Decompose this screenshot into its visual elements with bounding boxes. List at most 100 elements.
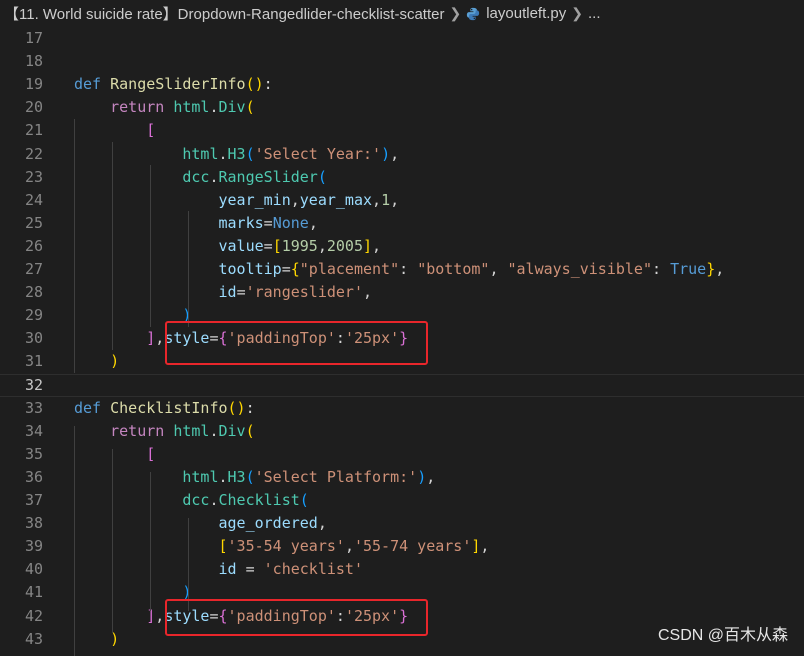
- code-line[interactable]: 25 marks=None,: [0, 212, 804, 235]
- code-editor[interactable]: 43 ) 42 ],style={'paddingTop':'25px'} 41 )…: [0, 27, 804, 656]
- python-file-icon: [467, 7, 480, 21]
- code-line[interactable]: 27 tooltip={"placement": "bottom", "alwa…: [0, 258, 804, 281]
- code-text: def ChecklistInfo():: [74, 397, 255, 420]
- code-token: id: [218, 560, 237, 579]
- code-text: return html.Div(: [74, 96, 255, 119]
- code-token: :: [399, 260, 418, 278]
- code-token: def: [74, 75, 102, 94]
- code-token: .: [218, 144, 228, 163]
- line-number: 36: [24, 467, 43, 486]
- code-line[interactable]: 36 html.H3('Select Platform:'),: [0, 466, 804, 489]
- code-line[interactable]: 17: [0, 27, 804, 50]
- code-line[interactable]: 18: [0, 50, 804, 73]
- code-token: [: [146, 444, 156, 463]
- code-line[interactable]: 38 age_ordered,: [0, 512, 804, 535]
- code-token: dcc: [182, 491, 210, 509]
- code-token: .: [218, 467, 228, 486]
- line-number: 38: [24, 514, 43, 533]
- code-line[interactable]: 21 [: [0, 119, 804, 142]
- line-number: 43: [24, 629, 43, 648]
- code-token: .: [209, 98, 219, 117]
- code-line[interactable]: 24 year_min,year_max,1,: [0, 189, 804, 212]
- code-text: [: [74, 443, 155, 466]
- code-token: :: [263, 75, 273, 94]
- code-token: Div: [218, 421, 246, 440]
- highlight-box: [165, 599, 428, 636]
- code-token: 'rangeslider': [245, 283, 363, 302]
- code-token: dcc: [182, 167, 210, 186]
- code-token: (): [245, 75, 264, 94]
- code-text: year_min,year_max,1,: [74, 189, 400, 212]
- code-token: (: [317, 167, 327, 186]
- line-number: 20: [24, 98, 43, 117]
- code-line[interactable]: 22 html.H3('Select Year:'),: [0, 143, 804, 166]
- watermark: CSDN @百木从森: [657, 627, 788, 644]
- code-token: {: [290, 260, 300, 278]
- code-token: year_max: [299, 190, 373, 209]
- line-number: 32: [24, 375, 43, 394]
- code-token: None: [272, 213, 309, 232]
- line-number: 19: [24, 75, 43, 94]
- breadcrumb-folder[interactable]: 【11. World suicide rate】Dropdown-Rangedl…: [0, 3, 444, 24]
- breadcrumb-file[interactable]: layoutleft.py: [466, 5, 566, 22]
- code-line[interactable]: 33 def ChecklistInfo():: [0, 397, 804, 420]
- code-token: ): [417, 467, 427, 486]
- code-token: ,: [344, 537, 354, 556]
- code-line[interactable]: 20 return html.Div(: [0, 96, 804, 119]
- code-token: ,: [363, 283, 373, 302]
- code-line[interactable]: 26 value=[1995,2005],: [0, 235, 804, 258]
- code-token: :: [652, 260, 671, 278]
- code-line[interactable]: 40 id = 'checklist': [0, 558, 804, 581]
- line-number: 26: [24, 236, 43, 255]
- code-token: [: [218, 537, 228, 556]
- code-line[interactable]: 23 dcc.RangeSlider(: [0, 166, 804, 189]
- code-token: value: [218, 236, 264, 255]
- code-line[interactable]: 32: [0, 374, 804, 397]
- chevron-right-icon: ❯: [571, 5, 583, 21]
- code-text: value=[1995,2005],: [74, 235, 382, 258]
- code-line[interactable]: 34 return html.Div(: [0, 420, 804, 443]
- indent-guide: [112, 142, 113, 350]
- code-line[interactable]: 35 [: [0, 443, 804, 466]
- breadcrumb-ellipsis[interactable]: ...: [588, 5, 601, 22]
- code-token: ,: [390, 190, 400, 209]
- code-line[interactable]: 28 id='rangeslider',: [0, 281, 804, 304]
- highlight-box: [165, 321, 428, 365]
- code-token: html: [182, 467, 219, 486]
- code-token: 'Select Platform:': [254, 467, 418, 486]
- code-text: ['35-54 years','55-74 years'],: [74, 535, 490, 558]
- indent-guide: [74, 119, 75, 373]
- code-token: ,: [390, 144, 400, 163]
- code-token: ,: [426, 467, 436, 486]
- code-line[interactable]: 39 ['35-54 years','55-74 years'],: [0, 535, 804, 558]
- code-text: [: [74, 119, 155, 142]
- code-token: return: [110, 98, 165, 117]
- indent-guide: [150, 165, 151, 327]
- code-token: return: [110, 421, 165, 440]
- code-token: :: [245, 398, 255, 417]
- code-line[interactable]: 37 dcc.Checklist(: [0, 489, 804, 512]
- indent-guide: [188, 211, 189, 327]
- code-token: "bottom": [417, 260, 490, 278]
- line-number: 40: [24, 560, 43, 579]
- line-number: 34: [24, 421, 43, 440]
- line-number: 22: [24, 144, 43, 163]
- line-number: 23: [24, 167, 43, 186]
- code-text: html.H3('Select Year:'),: [74, 143, 399, 166]
- code-token: =: [263, 236, 273, 255]
- code-token: (: [245, 421, 255, 440]
- code-line[interactable]: 19 def RangeSliderInfo():: [0, 73, 804, 96]
- code-token: (: [299, 491, 309, 509]
- line-number: 39: [24, 537, 43, 556]
- code-token: ,: [489, 260, 508, 278]
